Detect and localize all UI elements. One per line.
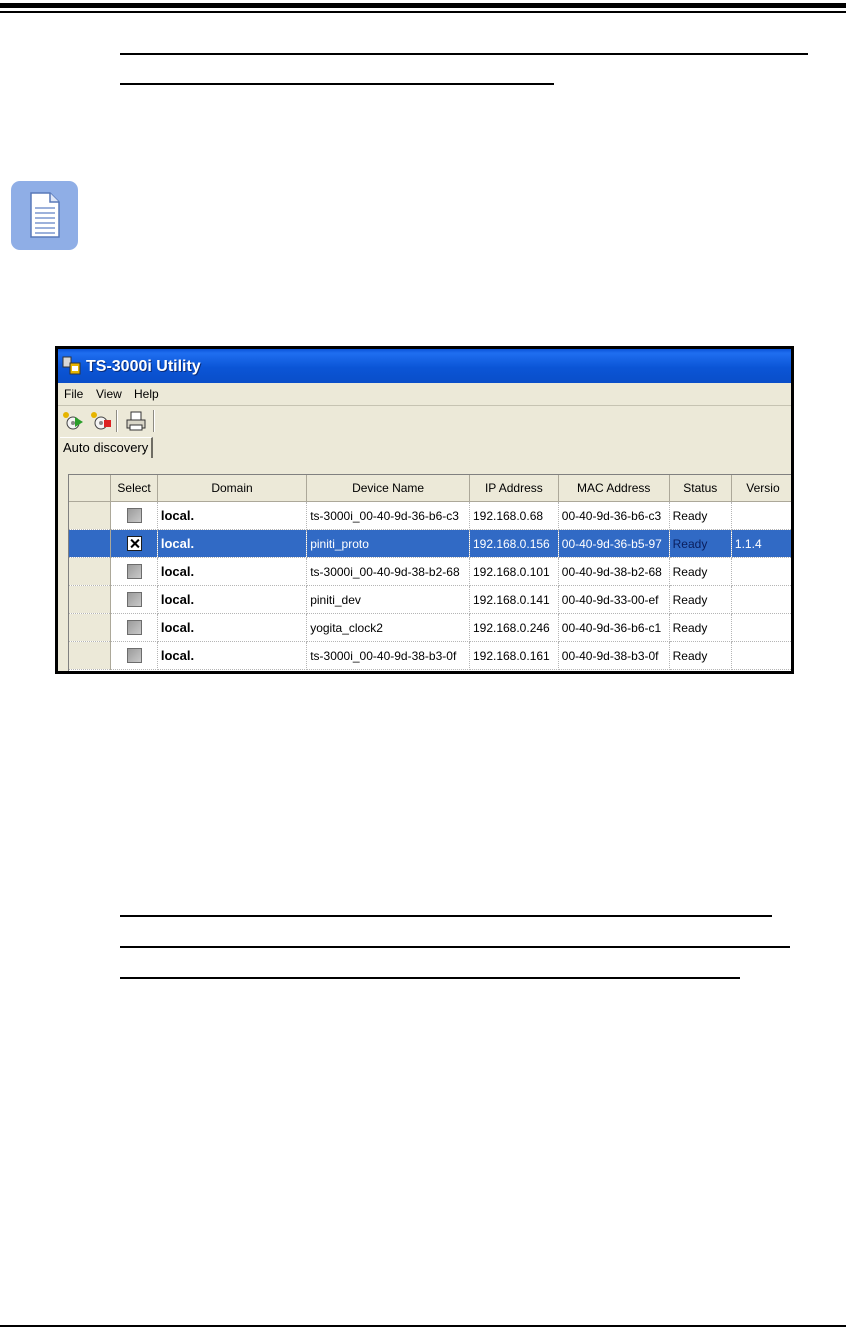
title-bar[interactable]: TS-3000i Utility bbox=[58, 349, 791, 383]
column-header-mac-address[interactable]: MAC Address bbox=[558, 475, 670, 502]
select-checkbox-cell[interactable] bbox=[110, 613, 158, 642]
version-cell bbox=[731, 641, 791, 670]
select-checkbox[interactable] bbox=[126, 536, 142, 552]
header-rule-thick bbox=[0, 3, 846, 8]
app-icon bbox=[62, 356, 81, 375]
device-grid: Select Domain Device Name IP Address MAC… bbox=[68, 474, 791, 671]
column-header-status[interactable]: Status bbox=[669, 475, 732, 502]
select-checkbox-cell[interactable] bbox=[110, 529, 158, 558]
redacted-line-2 bbox=[120, 83, 554, 85]
note-icon bbox=[11, 181, 78, 250]
column-header-domain[interactable]: Domain bbox=[157, 475, 308, 502]
menu-help[interactable]: Help bbox=[134, 387, 159, 401]
select-checkbox-cell[interactable] bbox=[110, 641, 158, 670]
mac-address-cell: 00-40-9d-38-b3-0f bbox=[558, 641, 670, 670]
select-checkbox-cell[interactable] bbox=[110, 557, 158, 586]
print-icon[interactable] bbox=[124, 409, 148, 433]
status-cell: Ready bbox=[669, 585, 732, 614]
select-checkbox[interactable] bbox=[126, 648, 142, 664]
window-title: TS-3000i Utility bbox=[86, 358, 201, 375]
menu-bar: File View Help bbox=[58, 383, 791, 406]
version-cell bbox=[731, 501, 791, 530]
status-cell: Ready bbox=[669, 557, 732, 586]
select-checkbox[interactable] bbox=[126, 592, 142, 608]
version-cell bbox=[731, 613, 791, 642]
row-selector bbox=[69, 529, 112, 558]
grid-header-row: Select Domain Device Name IP Address MAC… bbox=[69, 475, 791, 502]
table-row[interactable]: local. yogita_clock2 192.168.0.246 00-40-9d… bbox=[69, 613, 791, 642]
menu-view[interactable]: View bbox=[96, 387, 122, 401]
row-selector bbox=[69, 641, 112, 670]
column-header-row-selector bbox=[69, 475, 112, 502]
domain-cell: local. bbox=[157, 613, 308, 642]
version-cell bbox=[731, 585, 791, 614]
table-row[interactable]: local. piniti_dev 192.168.0.141 00-40-9d-33… bbox=[69, 585, 791, 614]
device-name-cell: piniti_dev bbox=[306, 585, 470, 614]
device-table: Select Domain Device Name IP Address MAC… bbox=[69, 475, 791, 670]
toolbar bbox=[58, 406, 791, 434]
footer-rule bbox=[0, 1325, 846, 1327]
device-name-cell: piniti_proto bbox=[306, 529, 470, 558]
device-name-cell: ts-3000i_00-40-9d-38-b2-68 bbox=[306, 557, 470, 586]
domain-cell: local. bbox=[157, 641, 308, 670]
toolbar-separator-2 bbox=[153, 410, 155, 432]
domain-cell: local. bbox=[157, 529, 308, 558]
status-cell: Ready bbox=[669, 501, 732, 530]
table-row[interactable]: local. ts-3000i_00-40-9d-38-b2-68 192.168.… bbox=[69, 557, 791, 586]
ip-address-cell: 192.168.0.161 bbox=[469, 641, 559, 670]
domain-cell: local. bbox=[157, 585, 308, 614]
select-checkbox[interactable] bbox=[126, 564, 142, 580]
device-name-cell: ts-3000i_00-40-9d-38-b3-0f bbox=[306, 641, 470, 670]
column-header-select[interactable]: Select bbox=[110, 475, 158, 502]
mac-address-cell: 00-40-9d-36-b6-c1 bbox=[558, 613, 670, 642]
ip-address-cell: 192.168.0.156 bbox=[469, 529, 559, 558]
header-rule-thin bbox=[0, 11, 846, 13]
ip-address-cell: 192.168.0.101 bbox=[469, 557, 559, 586]
column-header-ip-address[interactable]: IP Address bbox=[469, 475, 559, 502]
device-name-cell: ts-3000i_00-40-9d-36-b6-c3 bbox=[306, 501, 470, 530]
version-cell bbox=[731, 557, 791, 586]
domain-cell: local. bbox=[157, 557, 308, 586]
redacted-line-3 bbox=[120, 915, 772, 917]
status-cell: Ready bbox=[669, 613, 732, 642]
redacted-line-5 bbox=[120, 977, 740, 979]
ip-address-cell: 192.168.0.246 bbox=[469, 613, 559, 642]
mac-address-cell: 00-40-9d-36-b6-c3 bbox=[558, 501, 670, 530]
table-row[interactable]: local. piniti_proto 192.168.0.156 00-40-9d-… bbox=[69, 529, 791, 558]
toolbar-separator bbox=[116, 410, 118, 432]
menu-file[interactable]: File bbox=[64, 387, 83, 401]
mac-address-cell: 00-40-9d-33-00-ef bbox=[558, 585, 670, 614]
app-window: TS-3000i Utility File View Help Auto dis… bbox=[55, 346, 794, 674]
row-selector bbox=[69, 501, 112, 530]
select-checkbox[interactable] bbox=[126, 620, 142, 636]
discover-start-icon[interactable] bbox=[61, 409, 85, 433]
row-selector bbox=[69, 557, 112, 586]
redacted-line-1 bbox=[120, 53, 808, 55]
table-row[interactable]: local. ts-3000i_00-40-9d-38-b3-0f 192.168.… bbox=[69, 641, 791, 670]
redacted-line-4 bbox=[120, 946, 790, 948]
row-selector bbox=[69, 613, 112, 642]
domain-cell: local. bbox=[157, 501, 308, 530]
status-cell: Ready bbox=[669, 529, 732, 558]
column-header-version[interactable]: Versio bbox=[731, 475, 791, 502]
table-row[interactable]: local. ts-3000i_00-40-9d-36-b6-c3 192.168.… bbox=[69, 501, 791, 530]
column-header-device-name[interactable]: Device Name bbox=[306, 475, 470, 502]
device-name-cell: yogita_clock2 bbox=[306, 613, 470, 642]
version-cell: 1.1.4 bbox=[731, 529, 791, 558]
ip-address-cell: 192.168.0.141 bbox=[469, 585, 559, 614]
ip-address-cell: 192.168.0.68 bbox=[469, 501, 559, 530]
select-checkbox-cell[interactable] bbox=[110, 585, 158, 614]
mac-address-cell: 00-40-9d-36-b5-97 bbox=[558, 529, 670, 558]
select-checkbox-cell[interactable] bbox=[110, 501, 158, 530]
tab-auto-discovery[interactable]: Auto discovery bbox=[60, 437, 154, 458]
status-cell: Ready bbox=[669, 641, 732, 670]
row-selector bbox=[69, 585, 112, 614]
discover-stop-icon[interactable] bbox=[89, 409, 113, 433]
select-checkbox[interactable] bbox=[126, 508, 142, 524]
mac-address-cell: 00-40-9d-38-b2-68 bbox=[558, 557, 670, 586]
